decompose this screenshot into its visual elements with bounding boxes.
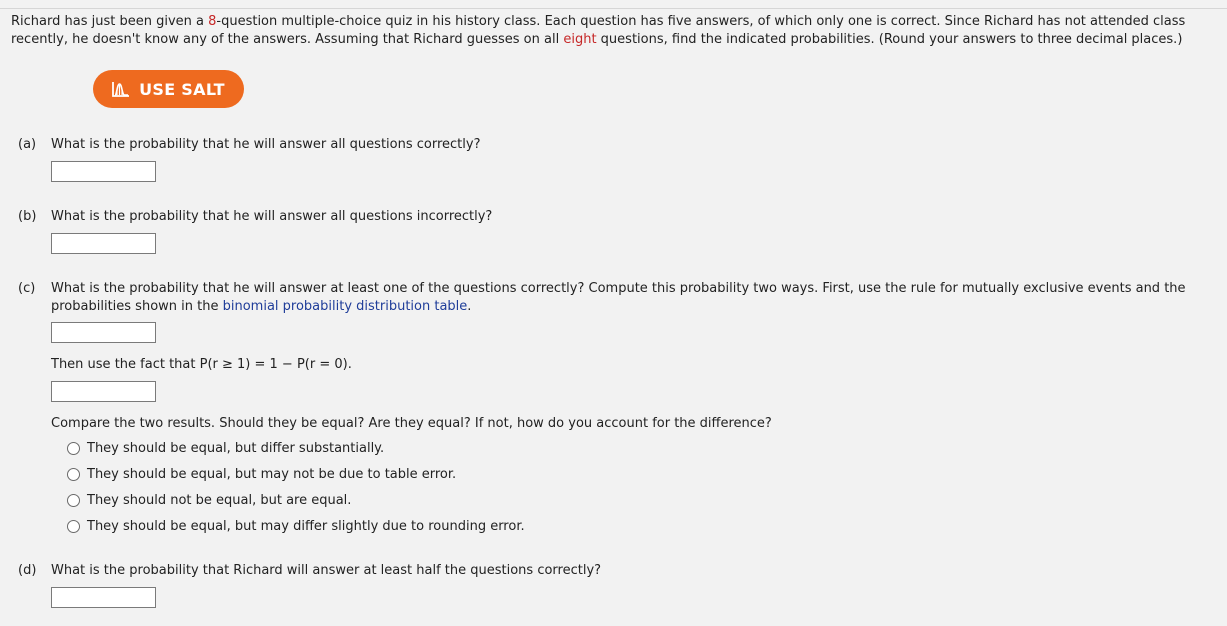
option-4[interactable]: They should be equal, but may differ sli… (67, 519, 525, 534)
question-c-label: (c) (18, 281, 36, 296)
question-c-text: What is the probability that he will ans… (51, 280, 1211, 316)
question-d: (d) What is the probability that Richard … (18, 562, 601, 580)
complement-rule-text: Then use the fact that P(r ≥ 1) = 1 − P(… (51, 357, 352, 372)
binomial-table-link[interactable]: binomial probability distribution table (223, 299, 468, 314)
problem-statement: Richard has just been given a 8-question… (11, 13, 1206, 49)
option-4-label: They should be equal, but may differ sli… (87, 519, 525, 534)
option-1-label: They should be equal, but differ substan… (87, 441, 385, 456)
answer-c2-input[interactable] (51, 381, 156, 402)
option-1-radio[interactable] (67, 442, 80, 455)
answer-b-input[interactable] (51, 233, 156, 254)
option-2-radio[interactable] (67, 468, 80, 481)
question-d-label: (d) (18, 563, 37, 578)
answer-d-input[interactable] (51, 587, 156, 608)
option-3-radio[interactable] (67, 494, 80, 507)
question-b-label: (b) (18, 209, 37, 224)
question-a-text: What is the probability that he will ans… (51, 137, 481, 152)
question-count-word: eight (563, 32, 597, 47)
top-divider (0, 8, 1227, 9)
compare-prompt: Compare the two results. Should they be … (51, 416, 772, 431)
question-b-text: What is the probability that he will ans… (51, 209, 493, 224)
answer-c1-input[interactable] (51, 322, 156, 343)
answer-a-input[interactable] (51, 161, 156, 182)
option-4-radio[interactable] (67, 520, 80, 533)
question-b: (b) What is the probability that he will … (18, 208, 492, 226)
question-c-text-pre: What is the probability that he will ans… (51, 281, 1186, 314)
question-a-label: (a) (18, 137, 37, 152)
question-a: (a) What is the probability that he will … (18, 136, 480, 154)
use-salt-label: USE SALT (139, 79, 225, 99)
question-d-text: What is the probability that Richard wil… (51, 563, 602, 578)
option-2-label: They should be equal, but may not be due… (87, 467, 457, 482)
option-3[interactable]: They should not be equal, but are equal. (67, 493, 351, 508)
option-2[interactable]: They should be equal, but may not be due… (67, 467, 456, 482)
intro-text-3: questions, find the indicated probabilit… (596, 32, 1183, 47)
chart-icon (112, 82, 130, 97)
option-3-label: They should not be equal, but are equal. (87, 493, 352, 508)
intro-text-1: Richard has just been given a (11, 14, 209, 29)
use-salt-button[interactable]: USE SALT (93, 70, 244, 108)
question-c-text-post: . (467, 299, 472, 314)
option-1[interactable]: They should be equal, but differ substan… (67, 441, 384, 456)
